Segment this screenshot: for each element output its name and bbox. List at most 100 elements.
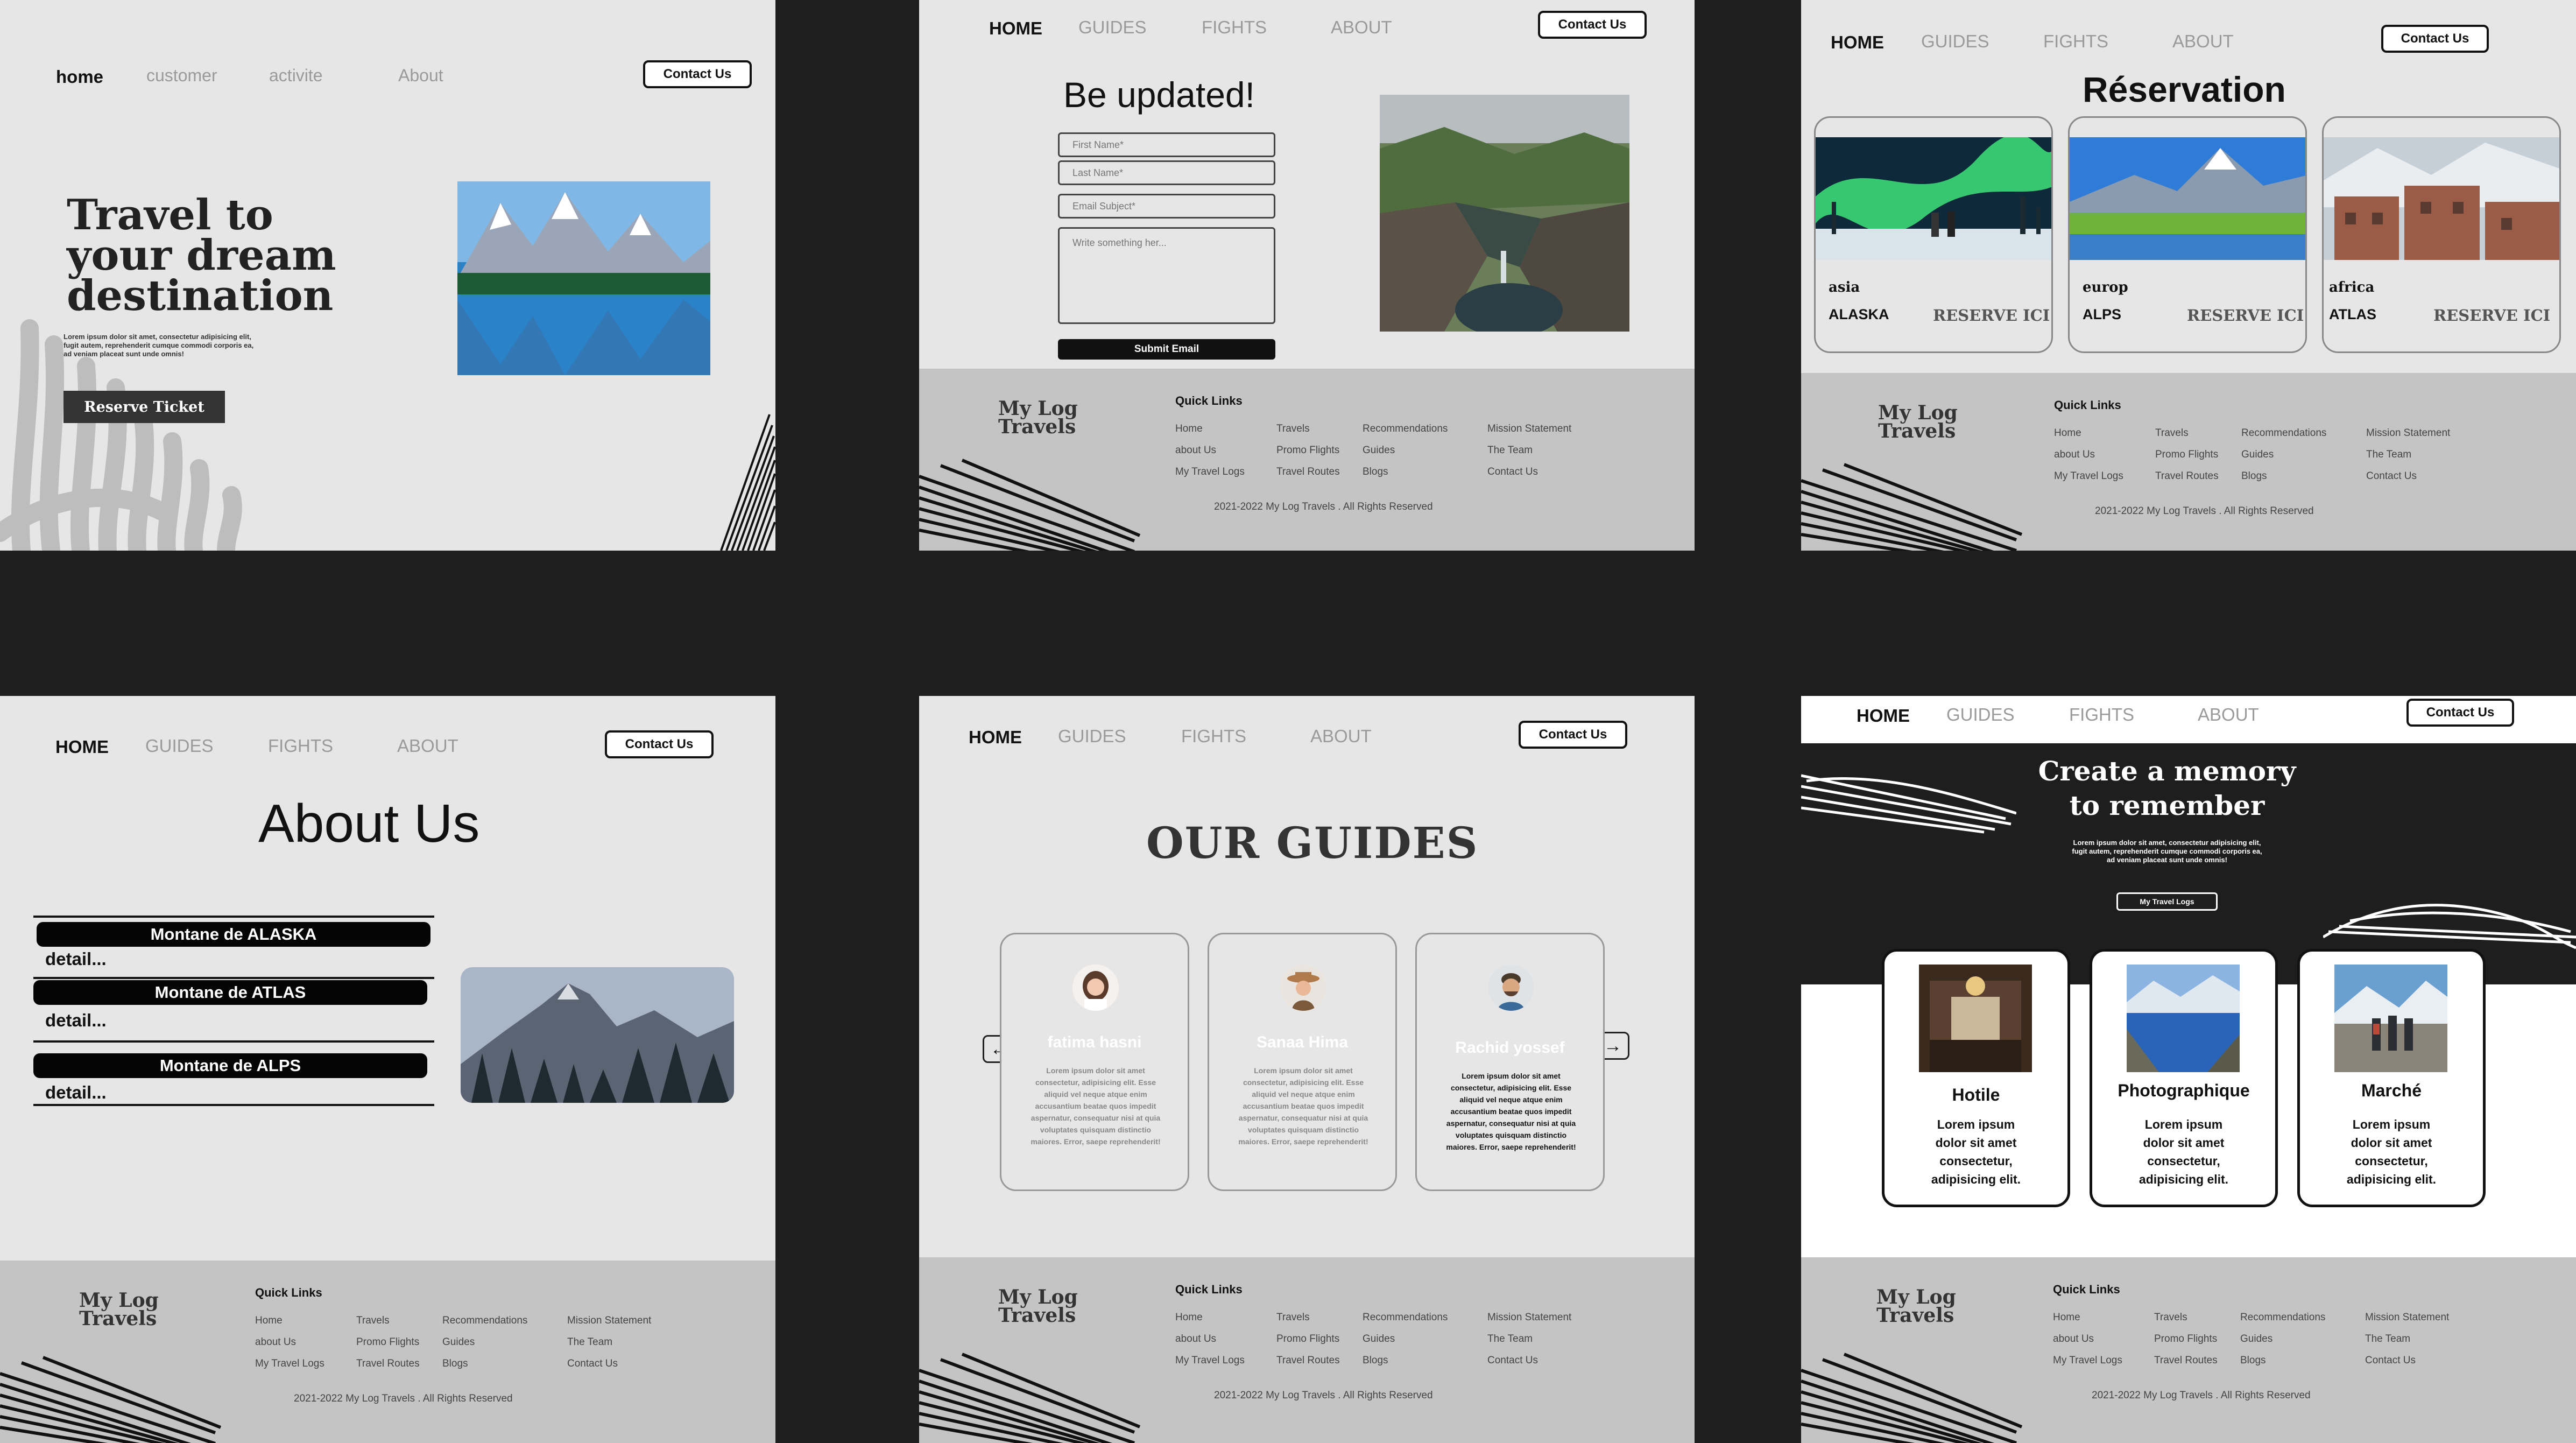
footer-link[interactable]: Mission Statement [1487,418,1571,440]
nav-about[interactable]: ABOUT [397,736,458,756]
nav-home[interactable]: HOME [989,18,1042,39]
footer-link[interactable]: The Team [1487,1328,1571,1350]
footer-link[interactable]: Travel Routes [1276,1350,1340,1371]
footer-logo[interactable]: My Log Travels [79,1291,159,1328]
reserve-ici-button[interactable]: RESERVE ICI [2433,306,2550,325]
footer-link[interactable]: Travels [2155,423,2219,444]
footer-link[interactable]: Blogs [1363,1350,1448,1371]
email-subject-field[interactable] [1058,194,1275,219]
nav-about[interactable]: ABOUT [1310,726,1372,747]
footer-link[interactable]: Contact Us [567,1353,651,1375]
nav-fights[interactable]: FIGHTS [2069,705,2134,725]
footer-link[interactable]: Recommendations [2241,423,2326,444]
nav-guides[interactable]: GUIDES [145,736,214,756]
destination-card[interactable]: asia ALASKA RESERVE ICI [1814,116,2053,353]
footer-link[interactable]: Guides [2241,444,2326,466]
footer-link[interactable]: Travel Routes [1276,461,1340,483]
footer-link[interactable]: Travels [356,1310,420,1332]
footer-link[interactable]: about Us [2053,1328,2122,1350]
footer-link[interactable]: Blogs [2241,466,2326,487]
footer-logo[interactable]: My Log Travels [998,399,1078,437]
footer-link[interactable]: My Travel Logs [2053,1350,2122,1371]
nav-about[interactable]: ABOUT [1331,17,1392,38]
contact-us-button[interactable]: Contact Us [2406,699,2514,727]
footer-link[interactable]: The Team [1487,440,1571,461]
footer-link[interactable]: Recommendations [442,1310,527,1332]
footer-link[interactable]: Guides [1363,440,1448,461]
footer-link[interactable]: Guides [2240,1328,2325,1350]
my-travel-logs-button[interactable]: My Travel Logs [2116,892,2218,911]
footer-link[interactable]: Home [2054,423,2123,444]
service-card[interactable]: Hotile Lorem ipsum dolor sit amet consecte… [1882,949,2070,1207]
footer-link[interactable]: Promo Flights [1276,440,1340,461]
accordion-item[interactable]: Montane de ALASKA detail... [33,916,434,979]
footer-link[interactable]: Contact Us [1487,461,1571,483]
contact-us-button[interactable]: Contact Us [643,60,752,88]
footer-link[interactable]: My Travel Logs [1175,1350,1245,1371]
footer-link[interactable]: Travel Routes [2154,1350,2218,1371]
service-card[interactable]: Photographique Lorem ipsum dolor sit amet… [2090,949,2278,1207]
contact-us-button[interactable]: Contact Us [1538,11,1647,39]
footer-link[interactable]: Recommendations [1363,1307,1448,1328]
footer-link[interactable]: Promo Flights [356,1332,420,1353]
footer-link[interactable]: Travel Routes [2155,466,2219,487]
service-card[interactable]: Marché Lorem ipsum dolor sit amet consecte… [2297,949,2486,1207]
nav-about[interactable]: ABOUT [2172,31,2234,52]
footer-link[interactable]: Home [1175,1307,1245,1328]
nav-activite[interactable]: activite [269,66,323,86]
nav-home[interactable]: home [56,67,103,87]
footer-logo[interactable]: My Log Travels [998,1287,1078,1325]
footer-link[interactable]: Contact Us [2366,466,2450,487]
footer-link[interactable]: Contact Us [2365,1350,2449,1371]
footer-link[interactable]: Blogs [2240,1350,2325,1371]
nav-home[interactable]: HOME [1857,706,1910,726]
footer-link[interactable]: about Us [1175,440,1245,461]
nav-fights[interactable]: FIGHTS [268,736,333,756]
footer-link[interactable]: Guides [442,1332,527,1353]
accordion-item[interactable]: Montane de ALPS detail... [33,1043,434,1106]
last-name-field[interactable] [1058,160,1275,185]
reserve-ici-button[interactable]: RESERVE ICI [1933,306,2050,325]
footer-link[interactable]: Blogs [442,1353,527,1375]
footer-link[interactable]: Travels [1276,1307,1340,1328]
nav-about[interactable]: About [398,66,443,86]
footer-link[interactable]: about Us [1175,1328,1245,1350]
contact-us-button[interactable]: Contact Us [1519,721,1627,749]
accordion-title[interactable]: Montane de ATLAS [33,980,427,1005]
destination-card[interactable]: europ ALPS RESERVE ICI [2068,116,2307,353]
guide-card[interactable]: fatima hasni Lorem ipsum dolor sit amet … [1000,933,1189,1191]
footer-link[interactable]: Recommendations [2240,1307,2325,1328]
footer-link[interactable]: about Us [2054,444,2123,466]
footer-link[interactable]: My Travel Logs [255,1353,324,1375]
footer-link[interactable]: Travels [1276,418,1340,440]
message-field[interactable] [1058,227,1275,324]
footer-link[interactable]: Guides [1363,1328,1448,1350]
footer-link[interactable]: The Team [2366,444,2450,466]
footer-link[interactable]: Contact Us [1487,1350,1571,1371]
nav-guides[interactable]: GUIDES [1058,726,1126,747]
footer-link[interactable]: Home [1175,418,1245,440]
submit-email-button[interactable]: Submit Email [1058,339,1275,360]
footer-link[interactable]: The Team [2365,1328,2449,1350]
footer-link[interactable]: Mission Statement [1487,1307,1571,1328]
footer-logo[interactable]: My Log Travels [1878,403,1958,441]
footer-link[interactable]: Home [255,1310,324,1332]
accordion-title[interactable]: Montane de ALASKA [37,922,430,947]
guide-card[interactable]: Rachid yossef Lorem ipsum dolor sit amet… [1415,933,1605,1191]
nav-home[interactable]: HOME [55,737,109,757]
nav-home[interactable]: HOME [969,727,1022,748]
guide-card[interactable]: Sanaa Hima Lorem ipsum dolor sit amet co… [1208,933,1397,1191]
reserve-ici-button[interactable]: RESERVE ICI [2187,306,2304,325]
accordion-item[interactable]: Montane de ATLAS detail... [33,979,434,1043]
footer-link[interactable]: Home [2053,1307,2122,1328]
nav-guides[interactable]: GUIDES [1921,31,1989,52]
nav-fights[interactable]: FIGHTS [1181,726,1246,747]
nav-guides[interactable]: GUIDES [1946,705,2015,725]
accordion-title[interactable]: Montane de ALPS [33,1053,427,1078]
nav-about[interactable]: ABOUT [2198,705,2259,725]
footer-link[interactable]: Mission Statement [567,1310,651,1332]
footer-link[interactable]: Mission Statement [2365,1307,2449,1328]
footer-link[interactable]: Promo Flights [2154,1328,2218,1350]
footer-link[interactable]: Blogs [1363,461,1448,483]
footer-link[interactable]: Promo Flights [2155,444,2219,466]
